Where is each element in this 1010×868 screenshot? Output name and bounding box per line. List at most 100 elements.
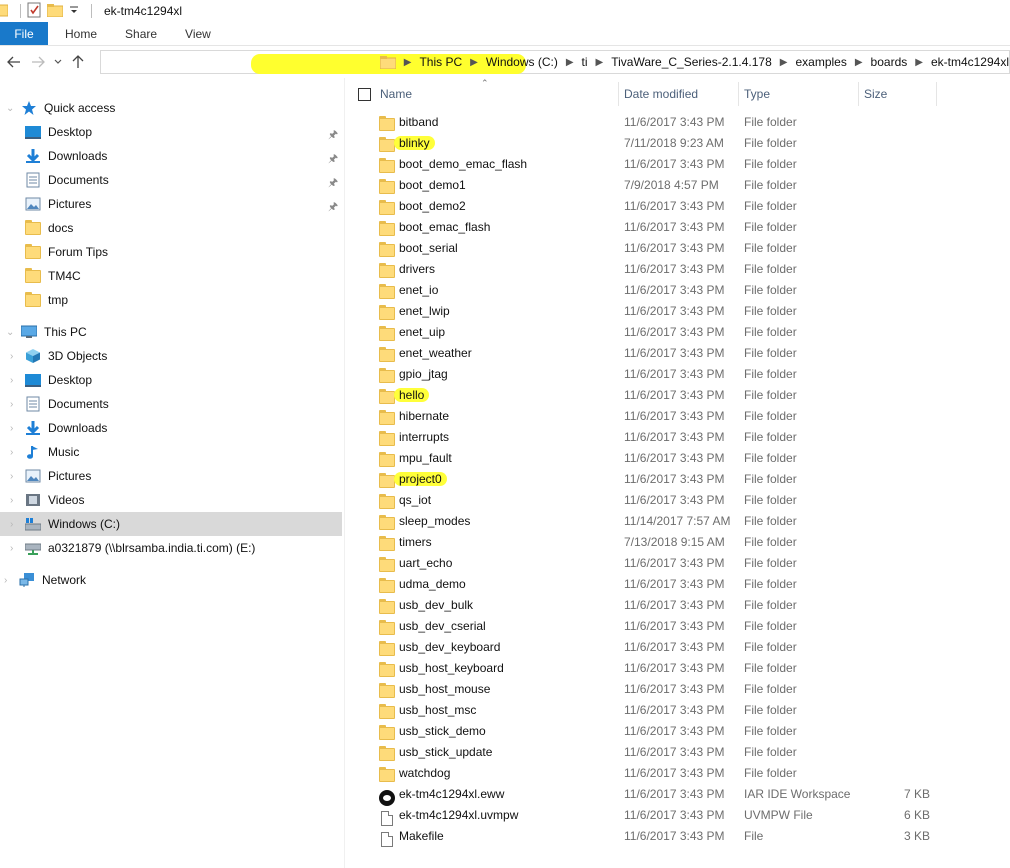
chevron-right-icon[interactable]: ▶ bbox=[470, 57, 478, 68]
file-name[interactable]: udma_demo bbox=[399, 577, 466, 591]
column-divider[interactable] bbox=[858, 82, 859, 106]
file-name[interactable]: project0 bbox=[394, 472, 447, 486]
file-name[interactable]: usb_dev_cserial bbox=[399, 619, 486, 633]
file-row[interactable]: hello 11/6/2017 3:43 PM File folder bbox=[346, 385, 946, 406]
chevron-right-icon[interactable]: › bbox=[10, 471, 13, 482]
nav-this-pc[interactable]: This PC bbox=[20, 320, 87, 344]
file-row[interactable]: blinky 7/11/2018 9:23 AM File folder bbox=[346, 133, 946, 154]
file-row[interactable]: usb_dev_bulk 11/6/2017 3:43 PM File folder bbox=[346, 595, 946, 616]
file-name[interactable]: boot_serial bbox=[399, 241, 458, 255]
file-row[interactable]: enet_weather 11/6/2017 3:43 PM File folder bbox=[346, 343, 946, 364]
tab-file[interactable]: File bbox=[0, 22, 48, 45]
file-row[interactable]: boot_emac_flash 11/6/2017 3:43 PM File fol… bbox=[346, 217, 946, 238]
file-name[interactable]: mpu_fault bbox=[399, 451, 452, 465]
file-row[interactable]: usb_stick_demo 11/6/2017 3:43 PM File fold… bbox=[346, 721, 946, 742]
chevron-right-icon[interactable]: › bbox=[10, 351, 13, 362]
file-row[interactable]: boot_demo1 7/9/2018 4:57 PM File folder bbox=[346, 175, 946, 196]
file-row[interactable]: watchdog 11/6/2017 3:43 PM File folder bbox=[346, 763, 946, 784]
file-name[interactable]: watchdog bbox=[399, 766, 450, 780]
pin-icon[interactable]: 🖈 bbox=[328, 126, 338, 145]
file-name[interactable]: interrupts bbox=[399, 430, 449, 444]
nav-qa-documents[interactable]: Documents bbox=[24, 168, 109, 192]
chevron-right-icon[interactable]: ▶ bbox=[596, 57, 604, 68]
file-name[interactable]: hibernate bbox=[399, 409, 449, 423]
file-row[interactable]: gpio_jtag 11/6/2017 3:43 PM File folder bbox=[346, 364, 946, 385]
file-name[interactable]: usb_dev_bulk bbox=[399, 598, 473, 612]
chevron-right-icon[interactable]: ▶ bbox=[404, 57, 412, 68]
customize-toolbar-icon[interactable] bbox=[69, 4, 79, 18]
nav-qa-pictures[interactable]: Pictures bbox=[24, 192, 91, 216]
file-row[interactable]: ek-tm4c1294xl.eww 11/6/2017 3:43 PM IAR ID… bbox=[346, 784, 946, 806]
up-button[interactable] bbox=[66, 50, 90, 74]
recent-locations-button[interactable] bbox=[50, 50, 66, 74]
file-name[interactable]: drivers bbox=[399, 262, 435, 276]
file-row[interactable]: boot_serial 11/6/2017 3:43 PM File folder bbox=[346, 238, 946, 259]
file-row[interactable]: enet_uip 11/6/2017 3:43 PM File folder bbox=[346, 322, 946, 343]
column-header-type[interactable]: Type bbox=[744, 78, 856, 110]
file-name[interactable]: enet_uip bbox=[399, 325, 445, 339]
column-header-name[interactable]: Name bbox=[380, 78, 618, 110]
nav-qa-tmp[interactable]: tmp bbox=[24, 288, 68, 312]
file-name[interactable]: usb_host_keyboard bbox=[399, 661, 504, 675]
nav-pc-3d-objects[interactable]: 3D Objects bbox=[24, 344, 107, 368]
file-row[interactable]: mpu_fault 11/6/2017 3:43 PM File folder bbox=[346, 448, 946, 469]
file-row[interactable]: interrupts 11/6/2017 3:43 PM File folder bbox=[346, 427, 946, 448]
nav-pc-network-drive-e[interactable]: a0321879 (\\blrsamba.india.ti.com) (E:) bbox=[24, 536, 255, 560]
file-row[interactable]: uart_echo 11/6/2017 3:43 PM File folder bbox=[346, 553, 946, 574]
nav-quick-access[interactable]: Quick access bbox=[20, 96, 115, 120]
file-row[interactable]: Makefile 11/6/2017 3:43 PM File 3 KB bbox=[346, 826, 946, 847]
column-divider[interactable] bbox=[618, 82, 619, 106]
file-row[interactable]: usb_host_mouse 11/6/2017 3:43 PM File fold… bbox=[346, 679, 946, 700]
nav-qa-forum-tips[interactable]: Forum Tips bbox=[24, 240, 108, 264]
file-name[interactable]: gpio_jtag bbox=[399, 367, 448, 381]
pin-icon[interactable]: 🖈 bbox=[328, 174, 338, 193]
breadcrumb-tivaware[interactable]: TivaWare_C_Series-2.1.4.178 bbox=[611, 55, 772, 69]
back-button[interactable] bbox=[2, 50, 26, 74]
pane-splitter[interactable] bbox=[344, 78, 345, 868]
file-name[interactable]: usb_dev_keyboard bbox=[399, 640, 500, 654]
nav-qa-downloads[interactable]: Downloads bbox=[24, 144, 107, 168]
tab-home[interactable]: Home bbox=[48, 22, 111, 45]
address-bar[interactable]: ▶ This PC ▶ Windows (C:) ▶ ti ▶ TivaWare… bbox=[100, 50, 1010, 74]
file-name[interactable]: boot_demo1 bbox=[399, 178, 466, 192]
file-row[interactable]: timers 7/13/2018 9:15 AM File folder bbox=[346, 532, 946, 553]
properties-icon[interactable] bbox=[27, 2, 41, 21]
file-row[interactable]: usb_host_keyboard 11/6/2017 3:43 PM File f… bbox=[346, 658, 946, 679]
chevron-right-icon[interactable]: › bbox=[10, 399, 13, 410]
file-name[interactable]: sleep_modes bbox=[399, 514, 470, 528]
file-name[interactable]: usb_host_msc bbox=[399, 703, 476, 717]
file-row[interactable]: udma_demo 11/6/2017 3:43 PM File folder bbox=[346, 574, 946, 595]
file-row[interactable]: qs_iot 11/6/2017 3:43 PM File folder bbox=[346, 490, 946, 511]
nav-network[interactable]: Network bbox=[18, 568, 86, 592]
file-row[interactable]: usb_stick_update 11/6/2017 3:43 PM File fo… bbox=[346, 742, 946, 763]
nav-qa-desktop[interactable]: Desktop bbox=[24, 120, 92, 144]
file-name[interactable]: enet_weather bbox=[399, 346, 472, 360]
file-name[interactable]: Makefile bbox=[399, 829, 444, 843]
chevron-right-icon[interactable]: › bbox=[10, 447, 13, 458]
column-header-size[interactable]: Size bbox=[864, 78, 936, 110]
file-name[interactable]: ek-tm4c1294xl.eww bbox=[399, 787, 504, 801]
file-row[interactable]: usb_host_msc 11/6/2017 3:43 PM File folder bbox=[346, 700, 946, 721]
nav-pc-downloads[interactable]: Downloads bbox=[24, 416, 107, 440]
nav-qa-docs[interactable]: docs bbox=[24, 216, 73, 240]
file-name[interactable]: bitband bbox=[399, 115, 438, 129]
breadcrumb-boards[interactable]: boards bbox=[871, 55, 908, 69]
file-row[interactable]: boot_demo_emac_flash 11/6/2017 3:43 PM Fil… bbox=[346, 154, 946, 175]
column-divider[interactable] bbox=[738, 82, 739, 106]
file-row[interactable]: drivers 11/6/2017 3:43 PM File folder bbox=[346, 259, 946, 280]
breadcrumb-ek-tm4c1294xl[interactable]: ek-tm4c1294xl bbox=[931, 55, 1009, 69]
chevron-right-icon[interactable]: › bbox=[4, 575, 7, 586]
file-row[interactable]: bitband 11/6/2017 3:43 PM File folder bbox=[346, 112, 946, 133]
chevron-right-icon[interactable]: › bbox=[10, 495, 13, 506]
nav-pc-videos[interactable]: Videos bbox=[24, 488, 84, 512]
file-name[interactable]: blinky bbox=[394, 136, 435, 150]
breadcrumb-this-pc[interactable]: This PC bbox=[419, 55, 462, 69]
file-name[interactable]: boot_demo_emac_flash bbox=[399, 157, 527, 171]
file-row[interactable]: boot_demo2 11/6/2017 3:43 PM File folder bbox=[346, 196, 946, 217]
select-all-checkbox[interactable] bbox=[358, 88, 371, 101]
nav-qa-tm4c[interactable]: TM4C bbox=[24, 264, 81, 288]
nav-pc-documents[interactable]: Documents bbox=[24, 392, 109, 416]
file-row[interactable]: ek-tm4c1294xl.uvmpw 11/6/2017 3:43 PM UVMP… bbox=[346, 805, 946, 826]
breadcrumb-examples[interactable]: examples bbox=[795, 55, 846, 69]
pin-icon[interactable]: 🖈 bbox=[328, 198, 338, 217]
